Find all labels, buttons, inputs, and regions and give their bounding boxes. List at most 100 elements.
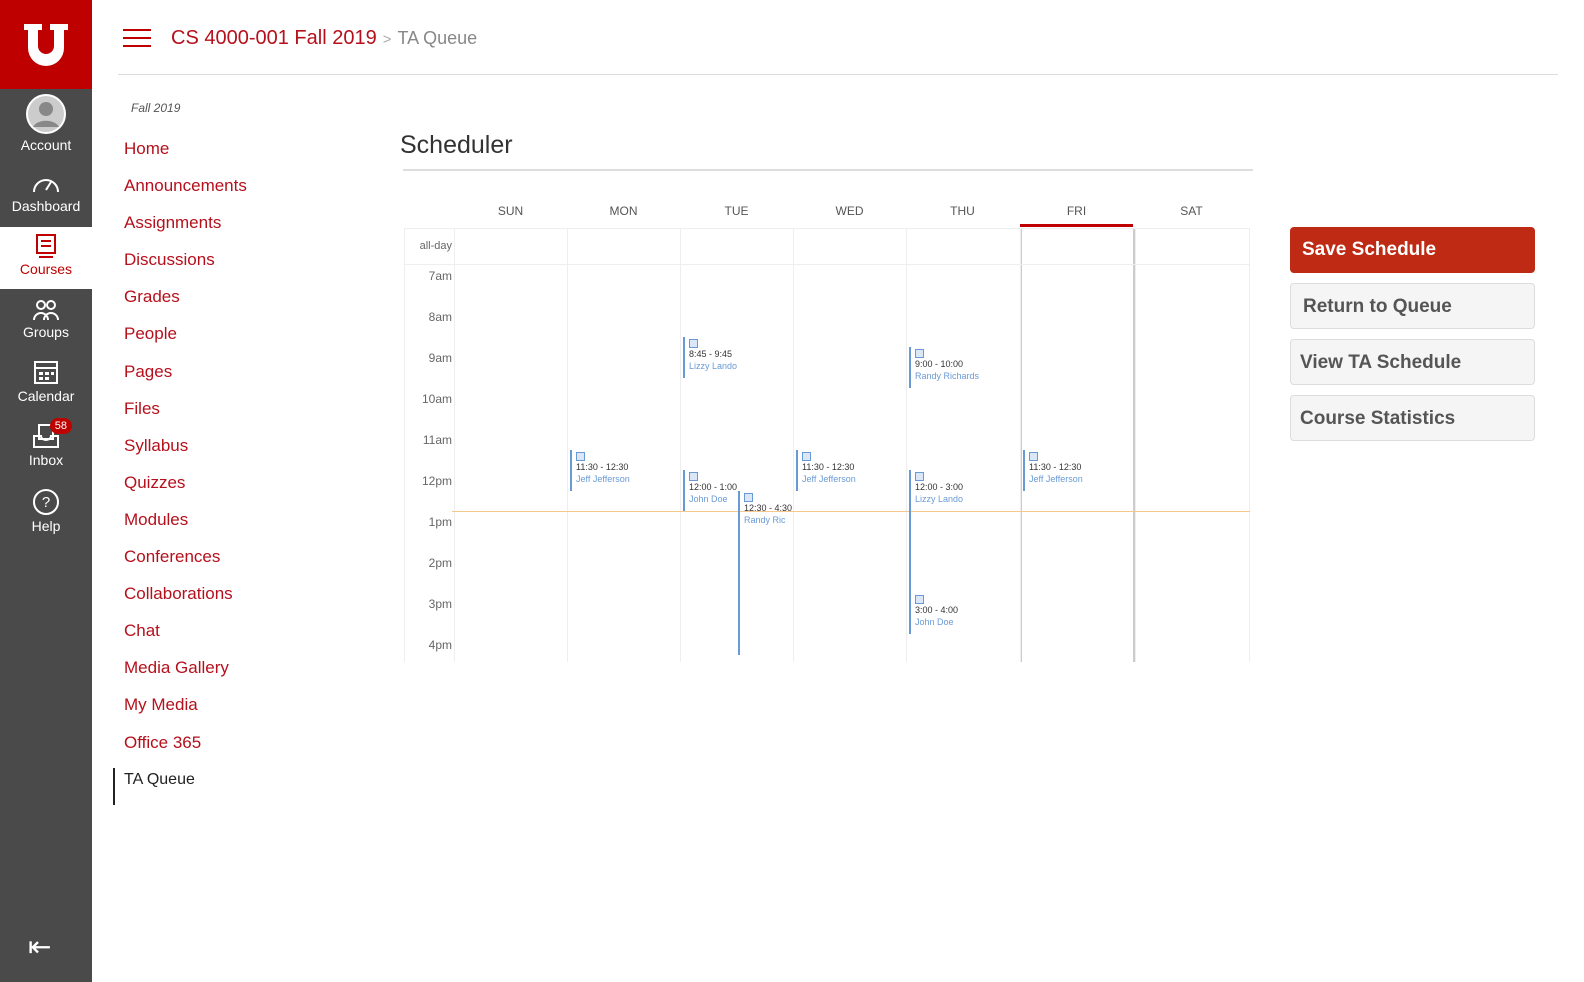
nav-groups[interactable]: Groups [0, 298, 92, 340]
event-time: 12:30 - 4:30 [744, 502, 793, 513]
event-calendar-icon [576, 451, 585, 461]
collapse-nav-icon[interactable]: ⇤ [28, 930, 51, 963]
calendar-event[interactable]: 11:30 - 12:30 Jeff Jefferson [796, 449, 901, 491]
event-calendar-icon [915, 595, 924, 604]
course-nav-my-media[interactable]: My Media [124, 693, 247, 730]
day-column-divider [906, 228, 907, 662]
course-nav-syllabus[interactable]: Syllabus [124, 434, 247, 471]
calendar-icon [34, 361, 58, 384]
svg-text:?: ? [42, 494, 50, 511]
groups-icon [33, 300, 59, 321]
event-ta-name: Randy Richards [915, 371, 980, 381]
event-calendar-icon [689, 472, 698, 481]
day-header-wed: WED [835, 204, 864, 218]
nav-account[interactable]: Account [0, 93, 92, 153]
nav-courses[interactable]: Courses [0, 227, 92, 289]
course-nav-modules[interactable]: Modules [124, 508, 247, 545]
time-label: 12pm [421, 474, 452, 488]
time-label: 9am [428, 351, 452, 365]
breadcrumb-page: TA Queue [397, 28, 478, 48]
course-nav-grades[interactable]: Grades [124, 285, 247, 322]
page-title: Scheduler [400, 131, 513, 159]
calendar-top-border [404, 228, 1250, 229]
course-nav-office-365[interactable]: Office 365 [124, 731, 247, 768]
event-ta-name: Jeff Jefferson [802, 473, 856, 484]
allday-label: all-day [419, 240, 452, 252]
allday-divider [404, 264, 1250, 265]
event-ta-name: John Doe [915, 617, 954, 627]
course-nav-assignments[interactable]: Assignments [124, 211, 247, 248]
calendar-event[interactable]: 12:30 - 4:30 Randy Ric [738, 490, 793, 655]
calendar-event[interactable]: 8:45 - 9:45 Lizzy Lando [683, 336, 788, 378]
time-label: 7am [428, 269, 452, 283]
time-label: 3pm [428, 597, 452, 611]
course-nav-discussions[interactable]: Discussions [124, 248, 247, 285]
today-column-highlight [1020, 228, 1135, 662]
nav-dashboard[interactable]: Dashboard [0, 172, 92, 214]
event-ta-name: Lizzy Lando [915, 494, 964, 504]
header-divider [118, 74, 1558, 75]
course-nav-pages[interactable]: Pages [124, 360, 247, 397]
day-column-divider [567, 228, 568, 662]
nav-label: Inbox [28, 452, 64, 468]
event-time: 11:30 - 12:30 [576, 461, 629, 472]
nav-label: Dashboard [11, 198, 81, 214]
day-column-divider [454, 228, 455, 662]
dashboard-icon [33, 179, 59, 193]
account-icon [26, 94, 66, 134]
term-label: Fall 2019 [131, 101, 181, 115]
nav-label: Account [20, 137, 72, 153]
time-label: 4pm [428, 638, 452, 652]
course-nav-quizzes[interactable]: Quizzes [124, 471, 247, 508]
course-nav-collaborations[interactable]: Collaborations [124, 582, 247, 619]
event-time: 12:00 - 3:00 [915, 482, 964, 492]
course-nav-ta-queue[interactable]: TA Queue [113, 767, 247, 805]
course-nav-media-gallery[interactable]: Media Gallery [124, 656, 247, 693]
calendar-event[interactable]: 9:00 - 10:00 Randy Richards [909, 347, 1014, 388]
course-nav-files[interactable]: Files [124, 397, 247, 434]
save-schedule-button[interactable]: Save Schedule [1290, 227, 1535, 273]
calendar-event[interactable]: 12:00 - 3:00 Lizzy Lando [909, 470, 1014, 593]
course-nav-people[interactable]: People [124, 322, 247, 359]
event-ta-name: Lizzy Lando [689, 360, 738, 371]
event-calendar-icon [802, 451, 811, 461]
event-time: 3:00 - 4:00 [915, 605, 959, 615]
help-icon: ? [33, 489, 59, 515]
university-logo[interactable] [0, 0, 92, 89]
time-label: 11am [422, 433, 452, 447]
day-column-divider [404, 228, 405, 662]
course-statistics-button[interactable]: Course Statistics [1290, 395, 1535, 441]
nav-label: Groups [23, 324, 69, 340]
day-header-sat: SAT [1180, 204, 1203, 218]
event-time: 11:30 - 12:30 [802, 461, 855, 472]
event-calendar-icon [1029, 451, 1038, 461]
breadcrumb: CS 4000-001 Fall 2019 > TA Queue [171, 27, 477, 50]
course-nav-chat[interactable]: Chat [124, 619, 247, 656]
course-nav-announcements[interactable]: Announcements [124, 174, 247, 211]
scheduler-calendar[interactable]: SUN MON TUE WED THU FRI SAT all-day 7am 8am 9am 10a… [404, 195, 1250, 662]
event-calendar-icon [915, 472, 924, 481]
course-nav-home[interactable]: Home [124, 137, 247, 174]
event-time: 9:00 - 10:00 [915, 359, 964, 369]
breadcrumb-separator: > [382, 31, 392, 48]
view-ta-schedule-button[interactable]: View TA Schedule [1290, 339, 1535, 385]
day-column-divider [1020, 228, 1021, 662]
day-header-sun: SUN [497, 204, 524, 218]
current-time-line [452, 511, 1250, 512]
event-calendar-icon [689, 338, 698, 348]
calendar-event[interactable]: 11:30 - 12:30 Jeff Jefferson [570, 449, 675, 491]
time-label: 10am [421, 392, 452, 406]
nav-help[interactable]: ? Help [0, 488, 92, 534]
course-nav-conferences[interactable]: Conferences [124, 545, 247, 582]
nav-inbox[interactable]: 58 Inbox [0, 418, 92, 468]
calendar-event[interactable]: 3:00 - 4:00 John Doe [909, 593, 1014, 634]
calendar-event[interactable]: 11:30 - 12:30 Jeff Jefferson [1023, 449, 1128, 491]
breadcrumb-course[interactable]: CS 4000-001 Fall 2019 [171, 27, 377, 49]
hamburger-menu-icon[interactable] [123, 29, 151, 49]
global-nav: Account Dashboard Courses Groups Calenda… [0, 0, 92, 982]
nav-calendar[interactable]: Calendar [0, 358, 92, 404]
title-divider [403, 169, 1253, 171]
return-to-queue-button[interactable]: Return to Queue [1290, 283, 1535, 329]
day-header-thu: THU [950, 204, 975, 218]
event-time: 8:45 - 9:45 [689, 348, 733, 359]
